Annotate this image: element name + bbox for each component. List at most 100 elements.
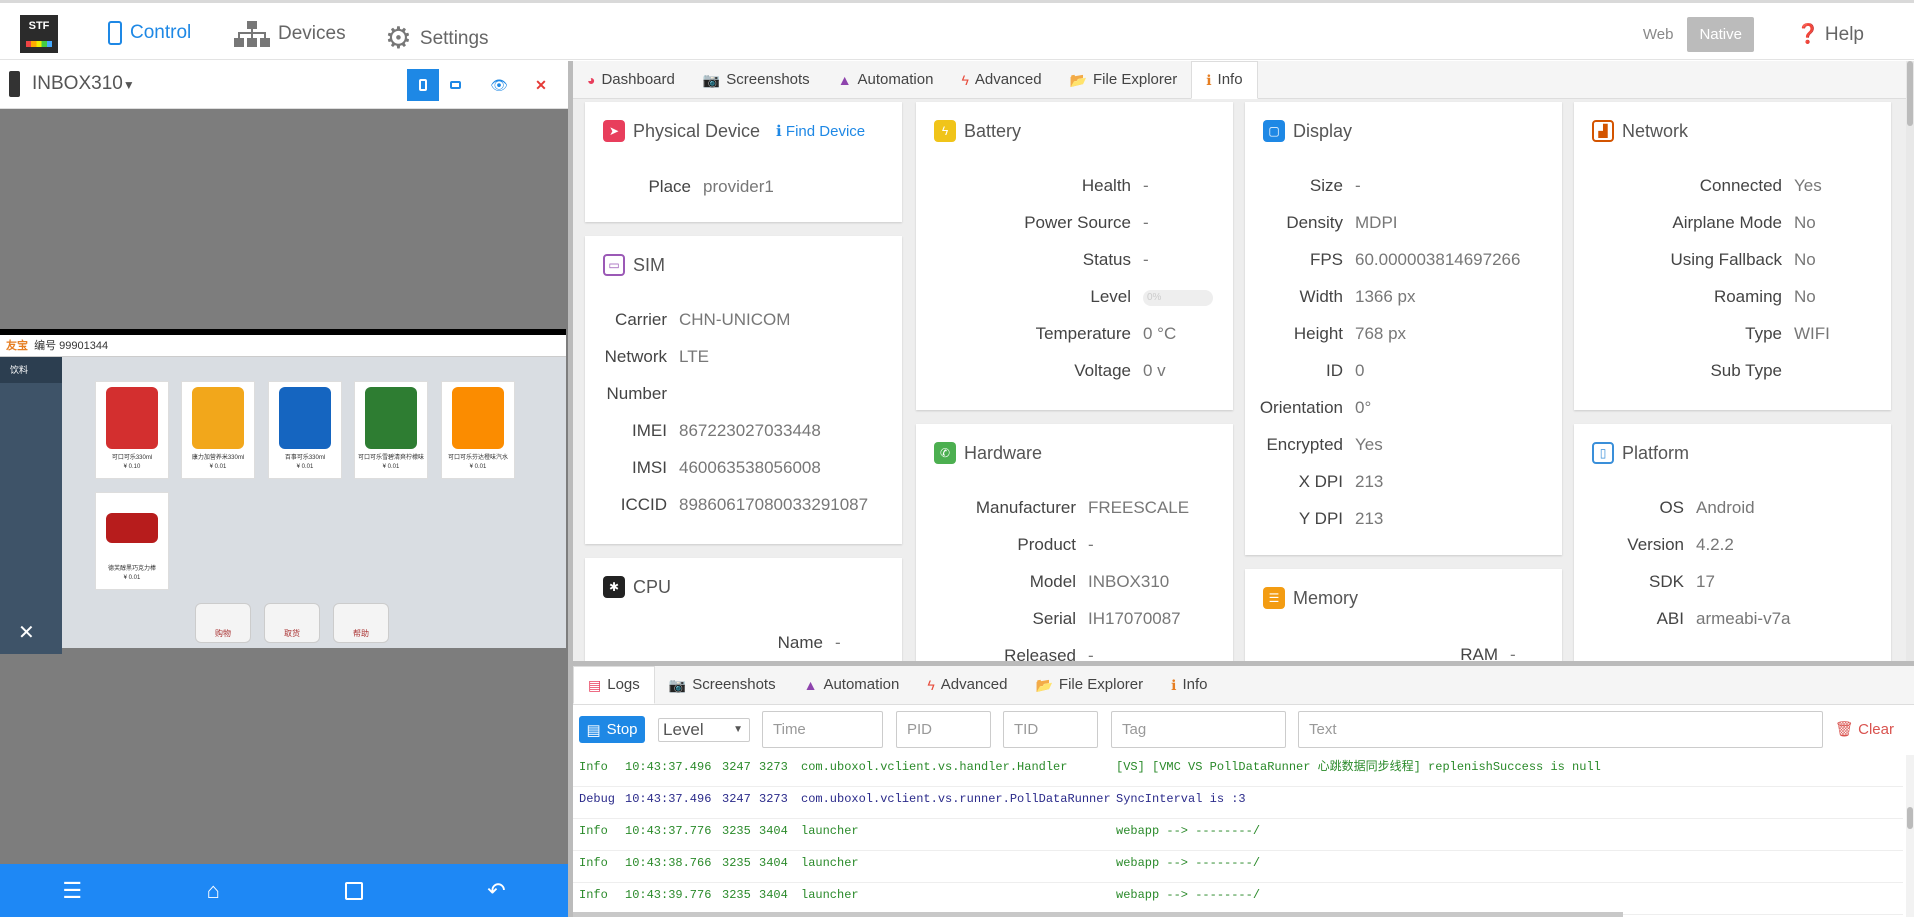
platform-row: OS Android bbox=[1574, 498, 1754, 518]
tab-dashboard[interactable]: ◕ Dashboard bbox=[573, 61, 689, 99]
field-label: Size bbox=[1309, 176, 1343, 195]
display-row: Size - bbox=[1245, 176, 1361, 196]
platform-row: SDK 17 bbox=[1574, 572, 1715, 592]
product-card[interactable]: 可口可乐雪碧清爽柠檬味 ¥ 0.01 bbox=[354, 381, 428, 479]
toggle-screen-button[interactable]: 👁 bbox=[483, 69, 515, 101]
sim-row: IMSI 460063538056008 bbox=[585, 458, 821, 478]
tab-info[interactable]: ℹ Info bbox=[1191, 61, 1258, 99]
sim-row: IMEI 867223027033448 bbox=[585, 421, 821, 441]
product-image bbox=[106, 387, 158, 449]
field-value: 768 px bbox=[1355, 324, 1407, 343]
stop-using-button[interactable]: ✕ bbox=[525, 69, 557, 101]
find-device-link[interactable]: ℹ Find Device bbox=[776, 122, 865, 140]
log-row[interactable]: Info 10:43:39.776 3235 3404 launcher webapp -… bbox=[573, 883, 1903, 915]
device-pane: INBOX310▼ 👁 ✕ 友宝 编号 99901344 饮料 可口可乐330m… bbox=[0, 61, 568, 917]
tab-logs[interactable]: ▤ Logs bbox=[573, 666, 655, 704]
back-icon[interactable]: ↶ bbox=[487, 878, 505, 904]
log-horizontal-scrollbar[interactable] bbox=[573, 912, 1623, 917]
device-name-dropdown[interactable]: INBOX310▼ bbox=[32, 73, 135, 95]
field-label: Power Source bbox=[1024, 213, 1131, 232]
clear-button[interactable]: 🗑 Clear bbox=[1835, 720, 1894, 738]
tid-input[interactable]: TID bbox=[1003, 711, 1098, 748]
log-row[interactable]: Info 10:43:38.766 3235 3404 launcher webapp -… bbox=[573, 851, 1903, 883]
sim-row: Network LTE bbox=[585, 347, 709, 367]
help-button[interactable]: 帮助 bbox=[333, 603, 389, 643]
info-panels: ➤ Physical Device ℹ Find Device Place provi… bbox=[573, 99, 1914, 661]
tab-file-explorer[interactable]: 📂 File Explorer bbox=[1056, 61, 1192, 99]
product-image bbox=[279, 387, 331, 449]
shop-button[interactable]: 购物 bbox=[195, 603, 251, 643]
close-icon: ✕ bbox=[535, 76, 547, 93]
field-value: FREESCALE bbox=[1088, 498, 1190, 517]
recent-apps-icon[interactable] bbox=[344, 881, 363, 900]
product-card[interactable]: 康力加营养米330ml ¥ 0.01 bbox=[181, 381, 255, 479]
field-value: - bbox=[1143, 213, 1149, 232]
tab-screenshots-bottom[interactable]: 📷 Screenshots bbox=[655, 666, 790, 704]
landscape-button[interactable] bbox=[439, 69, 471, 101]
device-screen[interactable]: 友宝 编号 99901344 饮料 可口可乐330ml ¥ 0.10 康力加营养米… bbox=[0, 329, 566, 654]
tab-advanced-bottom[interactable]: ϟ Advanced bbox=[913, 666, 1021, 704]
device-phone-icon bbox=[9, 71, 20, 97]
road-icon: ▲ bbox=[837, 72, 852, 88]
native-mode-button[interactable]: Native bbox=[1687, 17, 1754, 52]
tab-info-bottom[interactable]: ℹ Info bbox=[1157, 666, 1221, 704]
sim-row: Number bbox=[585, 384, 679, 404]
location-arrow-icon: ➤ bbox=[603, 120, 625, 142]
stf-logo[interactable]: STF bbox=[20, 15, 58, 53]
help-link[interactable]: ❓ Help bbox=[1796, 22, 1864, 46]
level-select[interactable]: Level ▼ bbox=[658, 718, 750, 742]
portrait-button[interactable] bbox=[407, 69, 439, 101]
category-tab[interactable]: 饮料 bbox=[0, 357, 62, 383]
field-value: - bbox=[1355, 176, 1361, 195]
tab-advanced[interactable]: ϟ Advanced bbox=[947, 61, 1055, 99]
log-row[interactable]: Info 10:43:37.496 3247 3273 com.uboxol.vclie… bbox=[573, 755, 1903, 787]
physical-device-card: ➤ Physical Device ℹ Find Device Place provi… bbox=[585, 102, 902, 222]
nav-devices[interactable]: Devices bbox=[234, 21, 346, 47]
field-value: armeabi-v7a bbox=[1696, 609, 1791, 628]
network-row: Connected Yes bbox=[1574, 176, 1822, 196]
field-label: IMEI bbox=[632, 421, 667, 440]
stop-icon: ▤ bbox=[586, 721, 601, 739]
nav-settings[interactable]: ⚙ Settings bbox=[385, 21, 489, 56]
sitemap-icon bbox=[234, 21, 270, 47]
field-value: LTE bbox=[679, 347, 709, 366]
field-label: Serial bbox=[1032, 609, 1076, 628]
battery-level-bar: 0% bbox=[1143, 290, 1213, 306]
product-card[interactable]: 可口可乐330ml ¥ 0.10 bbox=[95, 381, 169, 479]
field-label: Connected bbox=[1699, 176, 1782, 195]
control-tabs: ◕ Dashboard 📷 Screenshots ▲ Automation ϟ Adv… bbox=[573, 61, 1914, 99]
field-label: Network bbox=[604, 347, 667, 366]
battery-row: Level 0% bbox=[916, 287, 1213, 307]
screen-close-icon[interactable]: ✕ bbox=[18, 620, 35, 645]
display-row: FPS 60.000003814697266 bbox=[1245, 250, 1521, 270]
field-label: Airplane Mode bbox=[1672, 213, 1782, 232]
network-row: Using Fallback No bbox=[1574, 250, 1816, 270]
tag-input[interactable]: Tag bbox=[1111, 711, 1286, 748]
menu-icon[interactable]: ☰ bbox=[62, 878, 82, 904]
nav-control[interactable]: Control bbox=[108, 21, 191, 45]
time-input[interactable]: Time bbox=[762, 711, 883, 748]
tab-screenshots[interactable]: 📷 Screenshots bbox=[689, 61, 824, 99]
home-icon[interactable]: ⌂ bbox=[207, 878, 220, 904]
web-mode-button[interactable]: Web bbox=[1643, 26, 1674, 43]
log-row[interactable]: Info 10:43:37.776 3235 3404 launcher webapp -… bbox=[573, 819, 1903, 851]
product-card[interactable]: 百事可乐330ml ¥ 0.01 bbox=[268, 381, 342, 479]
field-value: 0 v bbox=[1143, 361, 1166, 380]
stop-button[interactable]: ▤ Stop bbox=[579, 716, 645, 743]
field-label: Version bbox=[1627, 535, 1684, 554]
product-card[interactable]: 德芙醇黑巧克力棒 ¥ 0.01 bbox=[95, 492, 169, 590]
tab-automation[interactable]: ▲ Automation bbox=[824, 61, 948, 99]
log-scrollbar[interactable] bbox=[1906, 755, 1914, 917]
product-card[interactable]: 可口可乐芬达橙味汽水 ¥ 0.01 bbox=[441, 381, 515, 479]
info-scrollbar[interactable] bbox=[1906, 61, 1914, 661]
text-input[interactable]: Text bbox=[1298, 711, 1823, 748]
field-value: 867223027033448 bbox=[679, 421, 821, 440]
tab-automation-bottom[interactable]: ▲ Automation bbox=[790, 666, 914, 704]
field-label: Manufacturer bbox=[975, 498, 1076, 517]
tab-file-explorer-bottom[interactable]: 📂 File Explorer bbox=[1021, 666, 1157, 704]
pid-input[interactable]: PID bbox=[896, 711, 991, 748]
pickup-button[interactable]: 取货 bbox=[264, 603, 320, 643]
display-row: Encrypted Yes bbox=[1245, 435, 1382, 455]
log-row[interactable]: Debug 10:43:37.496 3247 3273 com.uboxol.vcli… bbox=[573, 787, 1903, 819]
display-row: Width 1366 px bbox=[1245, 287, 1416, 307]
